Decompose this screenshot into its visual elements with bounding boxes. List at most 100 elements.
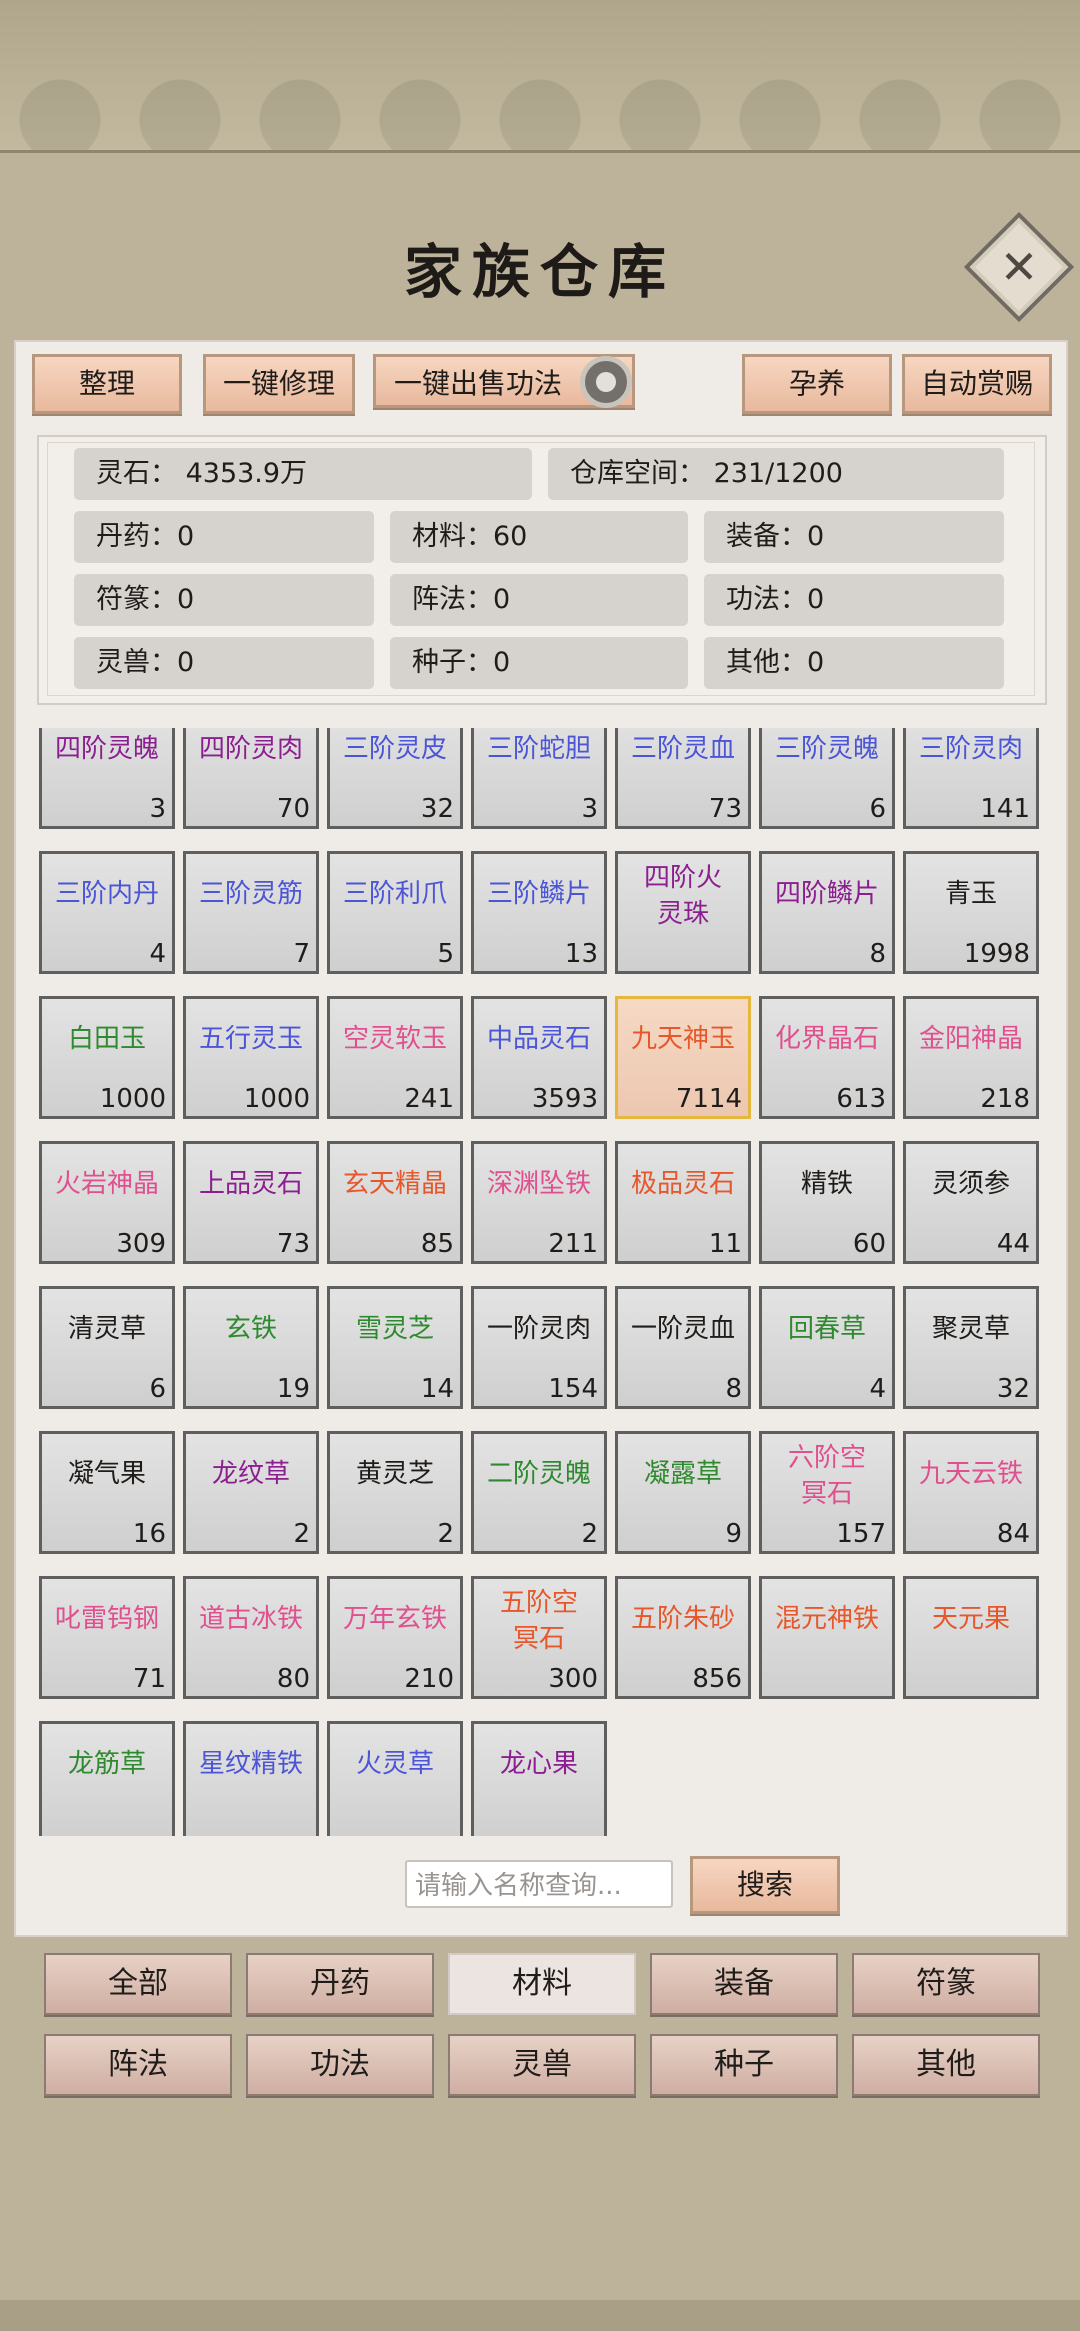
repair-all-button[interactable]: 一键修理 xyxy=(203,354,355,414)
close-icon[interactable]: ✕ xyxy=(980,228,1058,306)
item-name: 五阶空冥石 xyxy=(499,1588,578,1654)
tab-seeds[interactable]: 种子 xyxy=(650,2034,838,2096)
item-cell[interactable]: 火灵草 xyxy=(327,1721,463,1836)
formations-stat: 阵法：0 xyxy=(390,574,688,626)
item-count: 84 xyxy=(996,1519,1030,1549)
item-name: 中品灵石 xyxy=(486,1024,591,1054)
breed-button[interactable]: 孕养 xyxy=(742,354,892,414)
equipment-stat: 装备：0 xyxy=(704,511,1004,563)
item-cell[interactable]: 龙纹草 2 xyxy=(183,1431,319,1554)
item-name: 化界晶石 xyxy=(774,1024,879,1054)
item-count: 16 xyxy=(132,1519,166,1549)
item-cell[interactable]: 空灵软玉 241 xyxy=(327,996,463,1119)
item-name: 道古冰铁 xyxy=(198,1604,303,1634)
item-count: 141 xyxy=(980,794,1030,824)
item-cell[interactable]: 清灵草 6 xyxy=(39,1286,175,1409)
item-cell[interactable]: 金阳神晶 218 xyxy=(903,996,1039,1119)
item-cell[interactable]: 道古冰铁 80 xyxy=(183,1576,319,1699)
item-cell[interactable]: 极品灵石 11 xyxy=(615,1141,751,1264)
item-cell[interactable]: 三阶灵皮 32 xyxy=(327,728,463,829)
item-cell[interactable]: 九天云铁 84 xyxy=(903,1431,1039,1554)
item-count: 11 xyxy=(708,1229,742,1259)
item-cell[interactable]: 雪灵芝 14 xyxy=(327,1286,463,1409)
item-cell[interactable]: 三阶利爪 5 xyxy=(327,851,463,974)
item-cell[interactable]: 万年玄铁 210 xyxy=(327,1576,463,1699)
item-cell[interactable]: 五行灵玉 1000 xyxy=(183,996,319,1119)
item-cell[interactable]: 黄灵芝 2 xyxy=(327,1431,463,1554)
item-cell[interactable]: 一阶灵肉 154 xyxy=(471,1286,607,1409)
item-cell[interactable]: 叱雷钨钢 71 xyxy=(39,1576,175,1699)
item-cell[interactable]: 凝露草 9 xyxy=(615,1431,751,1554)
item-cell[interactable]: 青玉 1998 xyxy=(903,851,1039,974)
tab-pills[interactable]: 丹药 xyxy=(246,1953,434,2015)
search-button[interactable]: 搜索 xyxy=(690,1856,840,1914)
item-cell[interactable]: 三阶灵血 73 xyxy=(615,728,751,829)
item-cell[interactable]: 六阶空冥石 157 xyxy=(759,1431,895,1554)
techniques-stat: 功法：0 xyxy=(704,574,1004,626)
item-cell[interactable]: 三阶蛇胆 3 xyxy=(471,728,607,829)
item-cell[interactable]: 二阶灵魄 2 xyxy=(471,1431,607,1554)
item-cell[interactable]: 一阶灵血 8 xyxy=(615,1286,751,1409)
tab-talismans[interactable]: 符篆 xyxy=(852,1953,1040,2015)
item-cell[interactable]: 凝气果 16 xyxy=(39,1431,175,1554)
item-cell[interactable]: 五阶朱砂 856 xyxy=(615,1576,751,1699)
item-name: 龙筋草 xyxy=(67,1749,146,1779)
item-cell[interactable]: 聚灵草 32 xyxy=(903,1286,1039,1409)
item-cell[interactable]: 龙筋草 xyxy=(39,1721,175,1836)
item-cell[interactable]: 四阶鳞片 8 xyxy=(759,851,895,974)
auto-reward-button[interactable]: 自动赏赐 xyxy=(902,354,1052,414)
item-cell[interactable]: 四阶灵肉 70 xyxy=(183,728,319,829)
item-cell[interactable]: 四阶灵魄 3 xyxy=(39,728,175,829)
tab-all[interactable]: 全部 xyxy=(44,1953,232,2015)
tab-beasts[interactable]: 灵兽 xyxy=(448,2034,636,2096)
item-cell[interactable]: 火岩神晶 309 xyxy=(39,1141,175,1264)
item-cell[interactable]: 玄天精晶 85 xyxy=(327,1141,463,1264)
item-cell[interactable]: 三阶鳞片 13 xyxy=(471,851,607,974)
item-cell[interactable]: 化界晶石 613 xyxy=(759,996,895,1119)
item-count: 856 xyxy=(692,1664,742,1694)
item-count: 309 xyxy=(116,1229,166,1259)
item-cell[interactable]: 九天神玉 7114 xyxy=(615,996,751,1119)
item-cell[interactable]: 三阶灵肉 141 xyxy=(903,728,1039,829)
tab-formations[interactable]: 阵法 xyxy=(44,2034,232,2096)
item-count: 613 xyxy=(836,1084,886,1114)
tab-materials[interactable]: 材料 xyxy=(448,1953,636,2015)
item-name: 天元果 xyxy=(931,1604,1010,1634)
item-cell[interactable]: 玄铁 19 xyxy=(183,1286,319,1409)
item-cell[interactable]: 三阶灵魄 6 xyxy=(759,728,895,829)
item-name: 星纹精铁 xyxy=(198,1749,303,1779)
item-cell[interactable]: 上品灵石 73 xyxy=(183,1141,319,1264)
item-count: 70 xyxy=(276,794,310,824)
organize-button[interactable]: 整理 xyxy=(32,354,182,414)
item-cell[interactable]: 白田玉 1000 xyxy=(39,996,175,1119)
tab-equipment[interactable]: 装备 xyxy=(650,1953,838,2015)
search-input[interactable]: 请输入名称查询... xyxy=(405,1860,673,1908)
item-cell[interactable]: 回春草 4 xyxy=(759,1286,895,1409)
item-name: 玄天精晶 xyxy=(342,1169,447,1199)
item-cell[interactable]: 混元神铁 xyxy=(759,1576,895,1699)
item-name: 三阶灵魄 xyxy=(774,734,879,764)
item-name: 四阶灵魄 xyxy=(54,734,159,764)
tab-techniques[interactable]: 功法 xyxy=(246,2034,434,2096)
item-cell[interactable]: 五阶空冥石 300 xyxy=(471,1576,607,1699)
item-name: 三阶蛇胆 xyxy=(486,734,591,764)
item-cell[interactable]: 星纹精铁 xyxy=(183,1721,319,1836)
item-cell[interactable]: 四阶火灵珠 xyxy=(615,851,751,974)
item-cell[interactable]: 三阶灵筋 7 xyxy=(183,851,319,974)
item-cell[interactable]: 精铁 60 xyxy=(759,1141,895,1264)
item-cell[interactable]: 灵须参 44 xyxy=(903,1141,1039,1264)
item-cell[interactable]: 中品灵石 3593 xyxy=(471,996,607,1119)
item-count: 60 xyxy=(852,1229,886,1259)
tab-others[interactable]: 其他 xyxy=(852,2034,1040,2096)
item-grid[interactable]: 四阶灵魄 3 四阶灵肉 70 三阶灵皮 32 三阶蛇胆 3 三阶灵血 73 三阶灵魄 6 三阶灵肉 141… xyxy=(30,728,1050,1836)
item-count: 4 xyxy=(869,1374,886,1404)
item-cell[interactable]: 龙心果 xyxy=(471,1721,607,1836)
item-cell[interactable]: 天元果 xyxy=(903,1576,1039,1699)
item-count: 210 xyxy=(404,1664,454,1694)
seeds-stat: 种子：0 xyxy=(390,637,688,689)
item-name: 三阶内丹 xyxy=(54,879,159,909)
item-cell[interactable]: 三阶内丹 4 xyxy=(39,851,175,974)
item-cell[interactable]: 深渊坠铁 211 xyxy=(471,1141,607,1264)
page-title: 家族仓库 xyxy=(403,238,676,306)
item-name: 四阶灵肉 xyxy=(198,734,303,764)
